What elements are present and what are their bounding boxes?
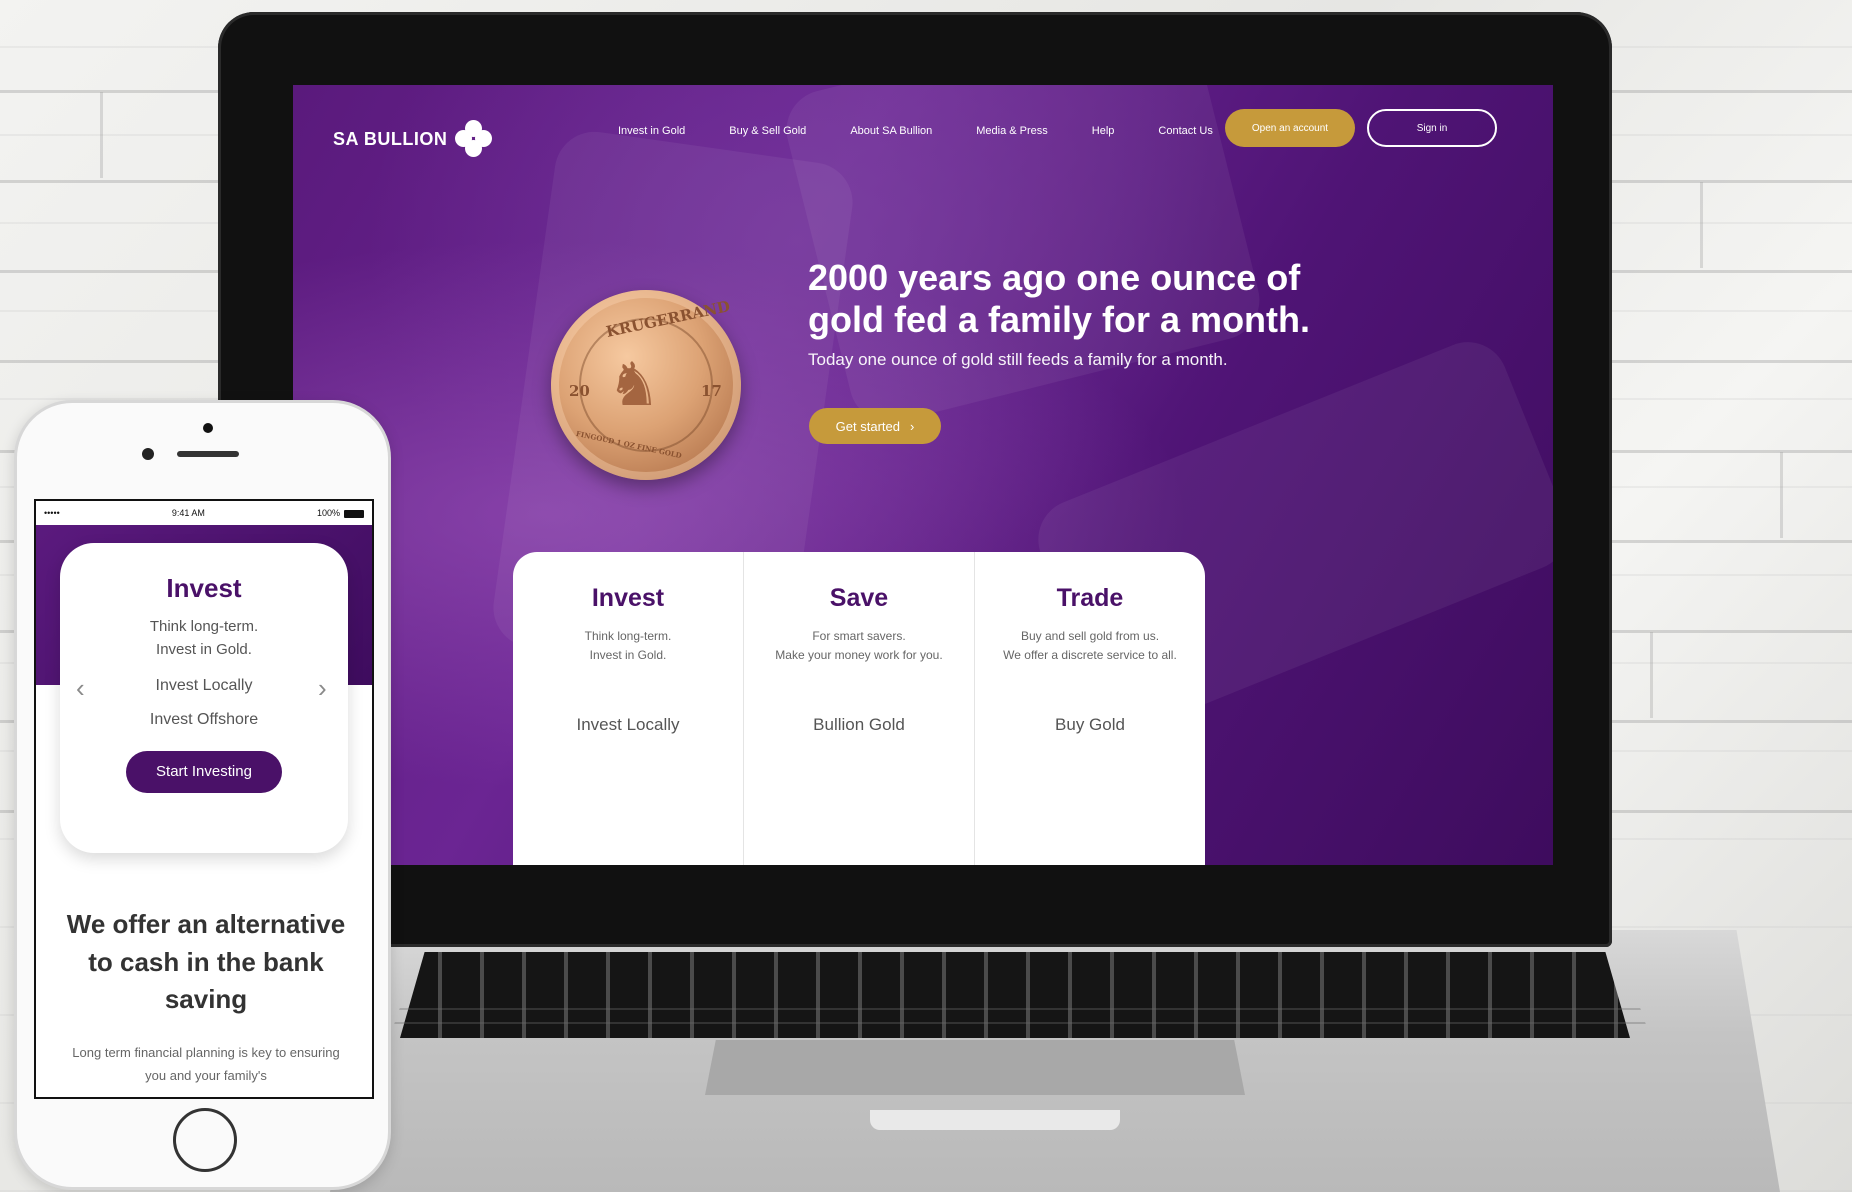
phone-camera	[203, 423, 213, 433]
card-text: Think long-term. Invest in Gold.	[149, 618, 259, 658]
option-invest-locally[interactable]: Invest Locally	[60, 677, 348, 695]
nav-invest-in-gold[interactable]: Invest in Gold	[618, 125, 685, 137]
coin-year-left: 20	[569, 382, 590, 400]
mobile-website: ••••• 9:41 AM 100% Invest Think long-ter…	[34, 499, 374, 1099]
nav-contact[interactable]: Contact Us	[1158, 125, 1212, 137]
nav-help[interactable]: Help	[1092, 125, 1115, 137]
card-title: Save	[829, 584, 889, 612]
battery-status: 100%	[317, 508, 364, 518]
phone: ••••• 9:41 AM 100% Invest Think long-ter…	[14, 400, 391, 1190]
card-text: Think long-term. Invest in Gold.	[584, 629, 672, 663]
status-bar: ••••• 9:41 AM 100%	[36, 501, 372, 525]
feature-cards: Invest Think long-term. Invest in Gold. I…	[513, 552, 1205, 865]
phone-sensor	[142, 448, 154, 460]
card-title: Invest	[591, 584, 665, 612]
desktop-website: SA BULLION Invest in Gold Buy & Sell Gol…	[293, 85, 1553, 865]
laptop-trackpad	[705, 1040, 1245, 1095]
hero-title: 2000 years ago one ounce of gold fed a f…	[808, 257, 1311, 340]
card-save[interactable]: Save For smart savers. Make your money wo…	[744, 552, 975, 865]
get-started-button[interactable]: Get started ›	[809, 408, 941, 444]
card-link-buy-gold[interactable]: Buy Gold	[975, 715, 1205, 735]
card-title: Trade	[1056, 584, 1124, 612]
chevron-right-icon: ›	[909, 418, 915, 434]
nav-about[interactable]: About SA Bullion	[850, 125, 932, 137]
card-trade[interactable]: Trade Buy and sell gold from us. We offer…	[975, 552, 1205, 865]
home-button[interactable]	[173, 1108, 237, 1172]
section-heading: We offer an alternative to cash in the b…	[66, 909, 346, 1015]
clover-icon	[455, 120, 493, 158]
laptop-keyboard-rows	[390, 1000, 1650, 1036]
battery-icon	[343, 509, 364, 518]
card-text: Buy and sell gold from us. We offer a dis…	[1003, 629, 1177, 663]
status-time: 9:41 AM	[171, 508, 205, 518]
signal-icon: •••••	[44, 508, 60, 518]
card-title: Invest	[166, 573, 242, 603]
main-nav: Invest in Gold Buy & Sell Gold About SA …	[618, 125, 1213, 137]
card-text: For smart savers. Make your money work fo…	[775, 629, 943, 663]
card-link-bullion-gold[interactable]: Bullion Gold	[744, 715, 974, 735]
start-investing-button[interactable]: Start Investing	[126, 751, 282, 793]
springbok-icon: ♞	[607, 351, 661, 418]
wall-line	[100, 92, 103, 178]
chevron-right-icon[interactable]: ›	[318, 673, 327, 704]
open-account-button[interactable]: Open an account	[1225, 109, 1355, 147]
brand-logo[interactable]: SA BULLION	[333, 120, 493, 158]
wall-line	[1780, 452, 1783, 538]
chevron-left-icon[interactable]: ‹	[76, 673, 85, 704]
krugerrand-coin: KRUGERRAND 20 17 FINGOUD 1 OZ FINE GOLD …	[551, 290, 741, 480]
card-link-invest-locally[interactable]: Invest Locally	[513, 715, 743, 735]
option-invest-offshore[interactable]: Invest Offshore	[60, 711, 348, 729]
nav-buy-sell-gold[interactable]: Buy & Sell Gold	[729, 125, 806, 137]
wall-line	[1700, 182, 1703, 268]
sign-in-button[interactable]: Sign in	[1367, 109, 1497, 147]
get-started-label: Get started	[835, 418, 900, 434]
brand-name: SA BULLION	[333, 128, 448, 149]
invest-card: Invest Think long-term. Invest in Gold. I…	[60, 543, 348, 853]
section-text: Long term financial planning is key to e…	[72, 1045, 340, 1084]
phone-speaker	[177, 451, 239, 457]
card-invest[interactable]: Invest Think long-term. Invest in Gold. I…	[513, 552, 744, 865]
coin-year-right: 17	[701, 382, 722, 400]
nav-media-press[interactable]: Media & Press	[976, 125, 1048, 137]
laptop-notch	[870, 1110, 1120, 1130]
wall-line	[1650, 632, 1653, 718]
hero-subtitle: Today one ounce of gold still feeds a fa…	[808, 350, 1228, 369]
